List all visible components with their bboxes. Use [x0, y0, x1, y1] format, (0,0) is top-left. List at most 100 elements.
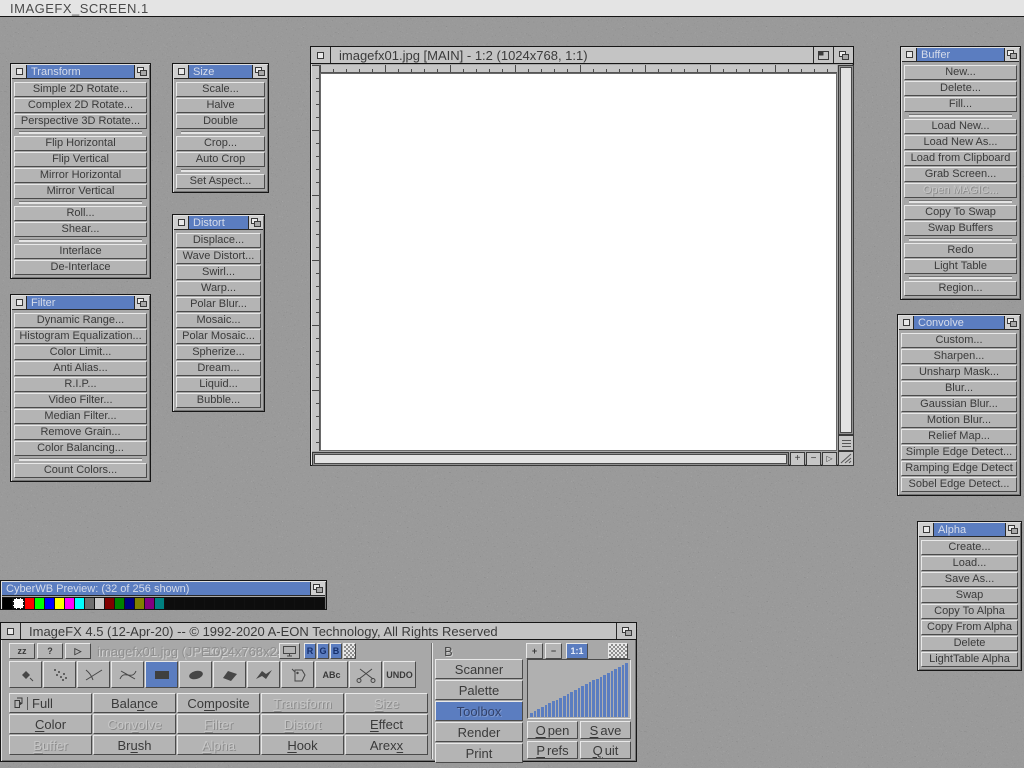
screen-titlebar[interactable]: IMAGEFX_SCREEN.1 [0, 0, 1024, 17]
close-gadget[interactable] [12, 296, 27, 309]
color-swatch-9[interactable] [95, 598, 104, 609]
load-from-clipboard-button[interactable]: Load from Clipboard [904, 151, 1017, 166]
grab-screen-button[interactable]: Grab Screen... [904, 167, 1017, 182]
render-button[interactable]: Render [435, 722, 523, 742]
region-button[interactable]: Region... [904, 281, 1017, 296]
image-canvas[interactable] [320, 73, 837, 451]
green-channel-toggle[interactable]: G [317, 643, 329, 659]
color-swatch-20[interactable] [205, 598, 214, 609]
zoom-in-gadget[interactable]: + [790, 452, 805, 466]
sleep-button[interactable]: zz [9, 643, 35, 659]
color-swatch-21[interactable] [215, 598, 224, 609]
zoom-gadget[interactable] [813, 47, 833, 63]
toolbox-titlebar[interactable]: ImageFX 4.5 (12-Apr-20) -- © 1992-2020 A… [1, 623, 636, 640]
arexx-button[interactable]: Arexx [345, 735, 428, 755]
roll-button[interactable]: Roll... [14, 206, 147, 221]
color-swatch-6[interactable] [65, 598, 74, 609]
mirror-vertical-button[interactable]: Mirror Vertical [14, 184, 147, 199]
color-swatch-18[interactable] [185, 598, 194, 609]
double-button[interactable]: Double [176, 114, 265, 129]
shear-button[interactable]: Shear... [14, 222, 147, 237]
close-gadget[interactable] [899, 316, 914, 329]
alpha-channel-toggle[interactable] [343, 643, 356, 659]
freehand-tool[interactable] [247, 661, 280, 688]
zoom-ratio-button[interactable]: 1:1 [566, 643, 588, 659]
sharpen-button[interactable]: Sharpen... [901, 349, 1017, 364]
gaussian-blur-button[interactable]: Gaussian Blur... [901, 397, 1017, 412]
text-tool[interactable]: ABc [315, 661, 348, 688]
liquid-button[interactable]: Liquid... [176, 377, 261, 392]
swap-button[interactable]: Swap [921, 588, 1018, 603]
color-swatch-5[interactable] [55, 598, 64, 609]
sobel-edge-detect-button[interactable]: Sobel Edge Detect... [901, 477, 1017, 492]
close-gadget[interactable] [12, 65, 27, 78]
remove-grain-button[interactable]: Remove Grain... [14, 425, 147, 440]
prefs-button[interactable]: Prefs [527, 741, 578, 759]
color-swatch-8[interactable] [85, 598, 94, 609]
color-swatch-23[interactable] [235, 598, 244, 609]
delete-button[interactable]: Delete [921, 636, 1018, 651]
palette-titlebar[interactable]: Distort [174, 216, 263, 230]
color-swatch-25[interactable] [255, 598, 264, 609]
depth-gadget[interactable] [134, 296, 149, 309]
color-swatch-17[interactable] [175, 598, 184, 609]
color-swatch-15[interactable] [155, 598, 164, 609]
video-filter-button[interactable]: Video Filter... [14, 393, 147, 408]
depth-gadget[interactable] [1005, 523, 1020, 536]
depth-gadget[interactable] [248, 216, 263, 229]
color-swatch-11[interactable] [115, 598, 124, 609]
depth-gadget[interactable] [1004, 316, 1019, 329]
load-new-as-button[interactable]: Load New As... [904, 135, 1017, 150]
palette-button[interactable]: Palette [435, 680, 523, 700]
color-swatch-16[interactable] [165, 598, 174, 609]
color-swatch-4[interactable] [45, 598, 54, 609]
polar-blur-button[interactable]: Polar Blur... [176, 297, 261, 312]
color-swatch-13[interactable] [135, 598, 144, 609]
color-swatch-7[interactable] [75, 598, 84, 609]
color-swatch-0[interactable] [3, 598, 12, 609]
redo-button[interactable]: Redo [904, 243, 1017, 258]
palette-titlebar[interactable]: Transform [12, 65, 149, 79]
close-gadget[interactable] [174, 65, 189, 78]
r-i-p-button[interactable]: R.I.P... [14, 377, 147, 392]
undo-button[interactable]: UNDO [383, 661, 416, 688]
image-window-titlebar[interactable]: imagefx01.jpg [MAIN] - 1:2 (1024x768, 1:… [311, 47, 853, 64]
flip-horizontal-button[interactable]: Flip Horizontal [14, 136, 147, 151]
monitor-button[interactable] [279, 643, 300, 659]
fill-button[interactable]: Fill... [904, 97, 1017, 112]
mosaic-button[interactable]: Mosaic... [176, 313, 261, 328]
bubble-button[interactable]: Bubble... [176, 393, 261, 408]
depth-gadget[interactable] [833, 47, 853, 63]
create-button[interactable]: Create... [921, 540, 1018, 555]
count-colors-button[interactable]: Count Colors... [14, 463, 147, 478]
new-button[interactable]: New... [904, 65, 1017, 80]
pattern-button[interactable] [608, 643, 628, 659]
color-swatch-26[interactable] [265, 598, 274, 609]
close-gadget[interactable] [902, 48, 917, 61]
simple-2d-rotate-button[interactable]: Simple 2D Rotate... [14, 82, 147, 97]
set-aspect-button[interactable]: Set Aspect... [176, 174, 265, 189]
run-macro-button[interactable]: ▷ [65, 643, 91, 659]
color-swatch-19[interactable] [195, 598, 204, 609]
mirror-horizontal-button[interactable]: Mirror Horizontal [14, 168, 147, 183]
blur-button[interactable]: Blur... [901, 381, 1017, 396]
close-gadget[interactable] [1, 623, 21, 639]
flip-vertical-button[interactable]: Flip Vertical [14, 152, 147, 167]
light-table-button[interactable]: Light Table [904, 259, 1017, 274]
scale-button[interactable]: Scale... [176, 82, 265, 97]
relief-map-button[interactable]: Relief Map... [901, 429, 1017, 444]
vertical-scroll-thumb[interactable] [840, 67, 852, 433]
fill-tool[interactable] [281, 661, 314, 688]
color-swatch-1[interactable] [13, 598, 24, 609]
color-swatch-10[interactable] [105, 598, 114, 609]
red-channel-toggle[interactable]: R [304, 643, 316, 659]
unsharp-mask-button[interactable]: Unsharp Mask... [901, 365, 1017, 380]
airbrush-tool[interactable] [43, 661, 76, 688]
hook-button[interactable]: Hook [261, 735, 344, 755]
palette-titlebar[interactable]: Alpha [919, 523, 1020, 537]
complex-2d-rotate-button[interactable]: Complex 2D Rotate... [14, 98, 147, 113]
save-as-button[interactable]: Save As... [921, 572, 1018, 587]
load-new-button[interactable]: Load New... [904, 119, 1017, 134]
delete-button[interactable]: Delete... [904, 81, 1017, 96]
color-swatch-14[interactable] [145, 598, 154, 609]
